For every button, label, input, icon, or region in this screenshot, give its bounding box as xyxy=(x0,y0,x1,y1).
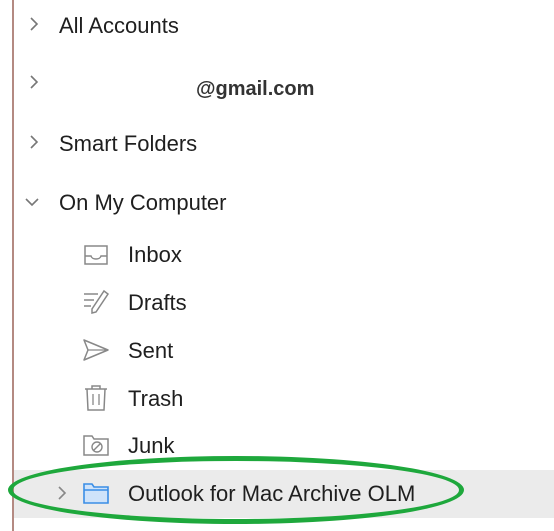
sidebar-item-label: Junk xyxy=(128,433,175,458)
sidebar-item-label: On My Computer xyxy=(59,190,227,215)
sidebar-item-label: All Accounts xyxy=(59,13,179,38)
inbox-icon xyxy=(84,245,108,265)
chevron-down-icon[interactable] xyxy=(24,194,40,210)
sent-icon xyxy=(83,339,109,361)
pane-border xyxy=(12,0,14,531)
chevron-right-icon[interactable] xyxy=(26,134,42,150)
sidebar-item-label: Drafts xyxy=(128,290,187,315)
chevron-right-icon[interactable] xyxy=(26,74,42,90)
sidebar-item-label: Sent xyxy=(128,338,174,363)
sidebar-item-label: Inbox xyxy=(128,242,182,267)
chevron-right-icon[interactable] xyxy=(26,16,42,32)
trash-icon xyxy=(85,385,107,411)
sidebar-item-label: Smart Folders xyxy=(59,131,198,156)
highlight-annotation xyxy=(8,456,464,524)
junk-icon xyxy=(83,435,109,456)
sidebar-item-label: Trash xyxy=(128,386,184,411)
sidebar-item-label: @gmail.com xyxy=(196,78,315,100)
drafts-icon xyxy=(84,289,110,314)
